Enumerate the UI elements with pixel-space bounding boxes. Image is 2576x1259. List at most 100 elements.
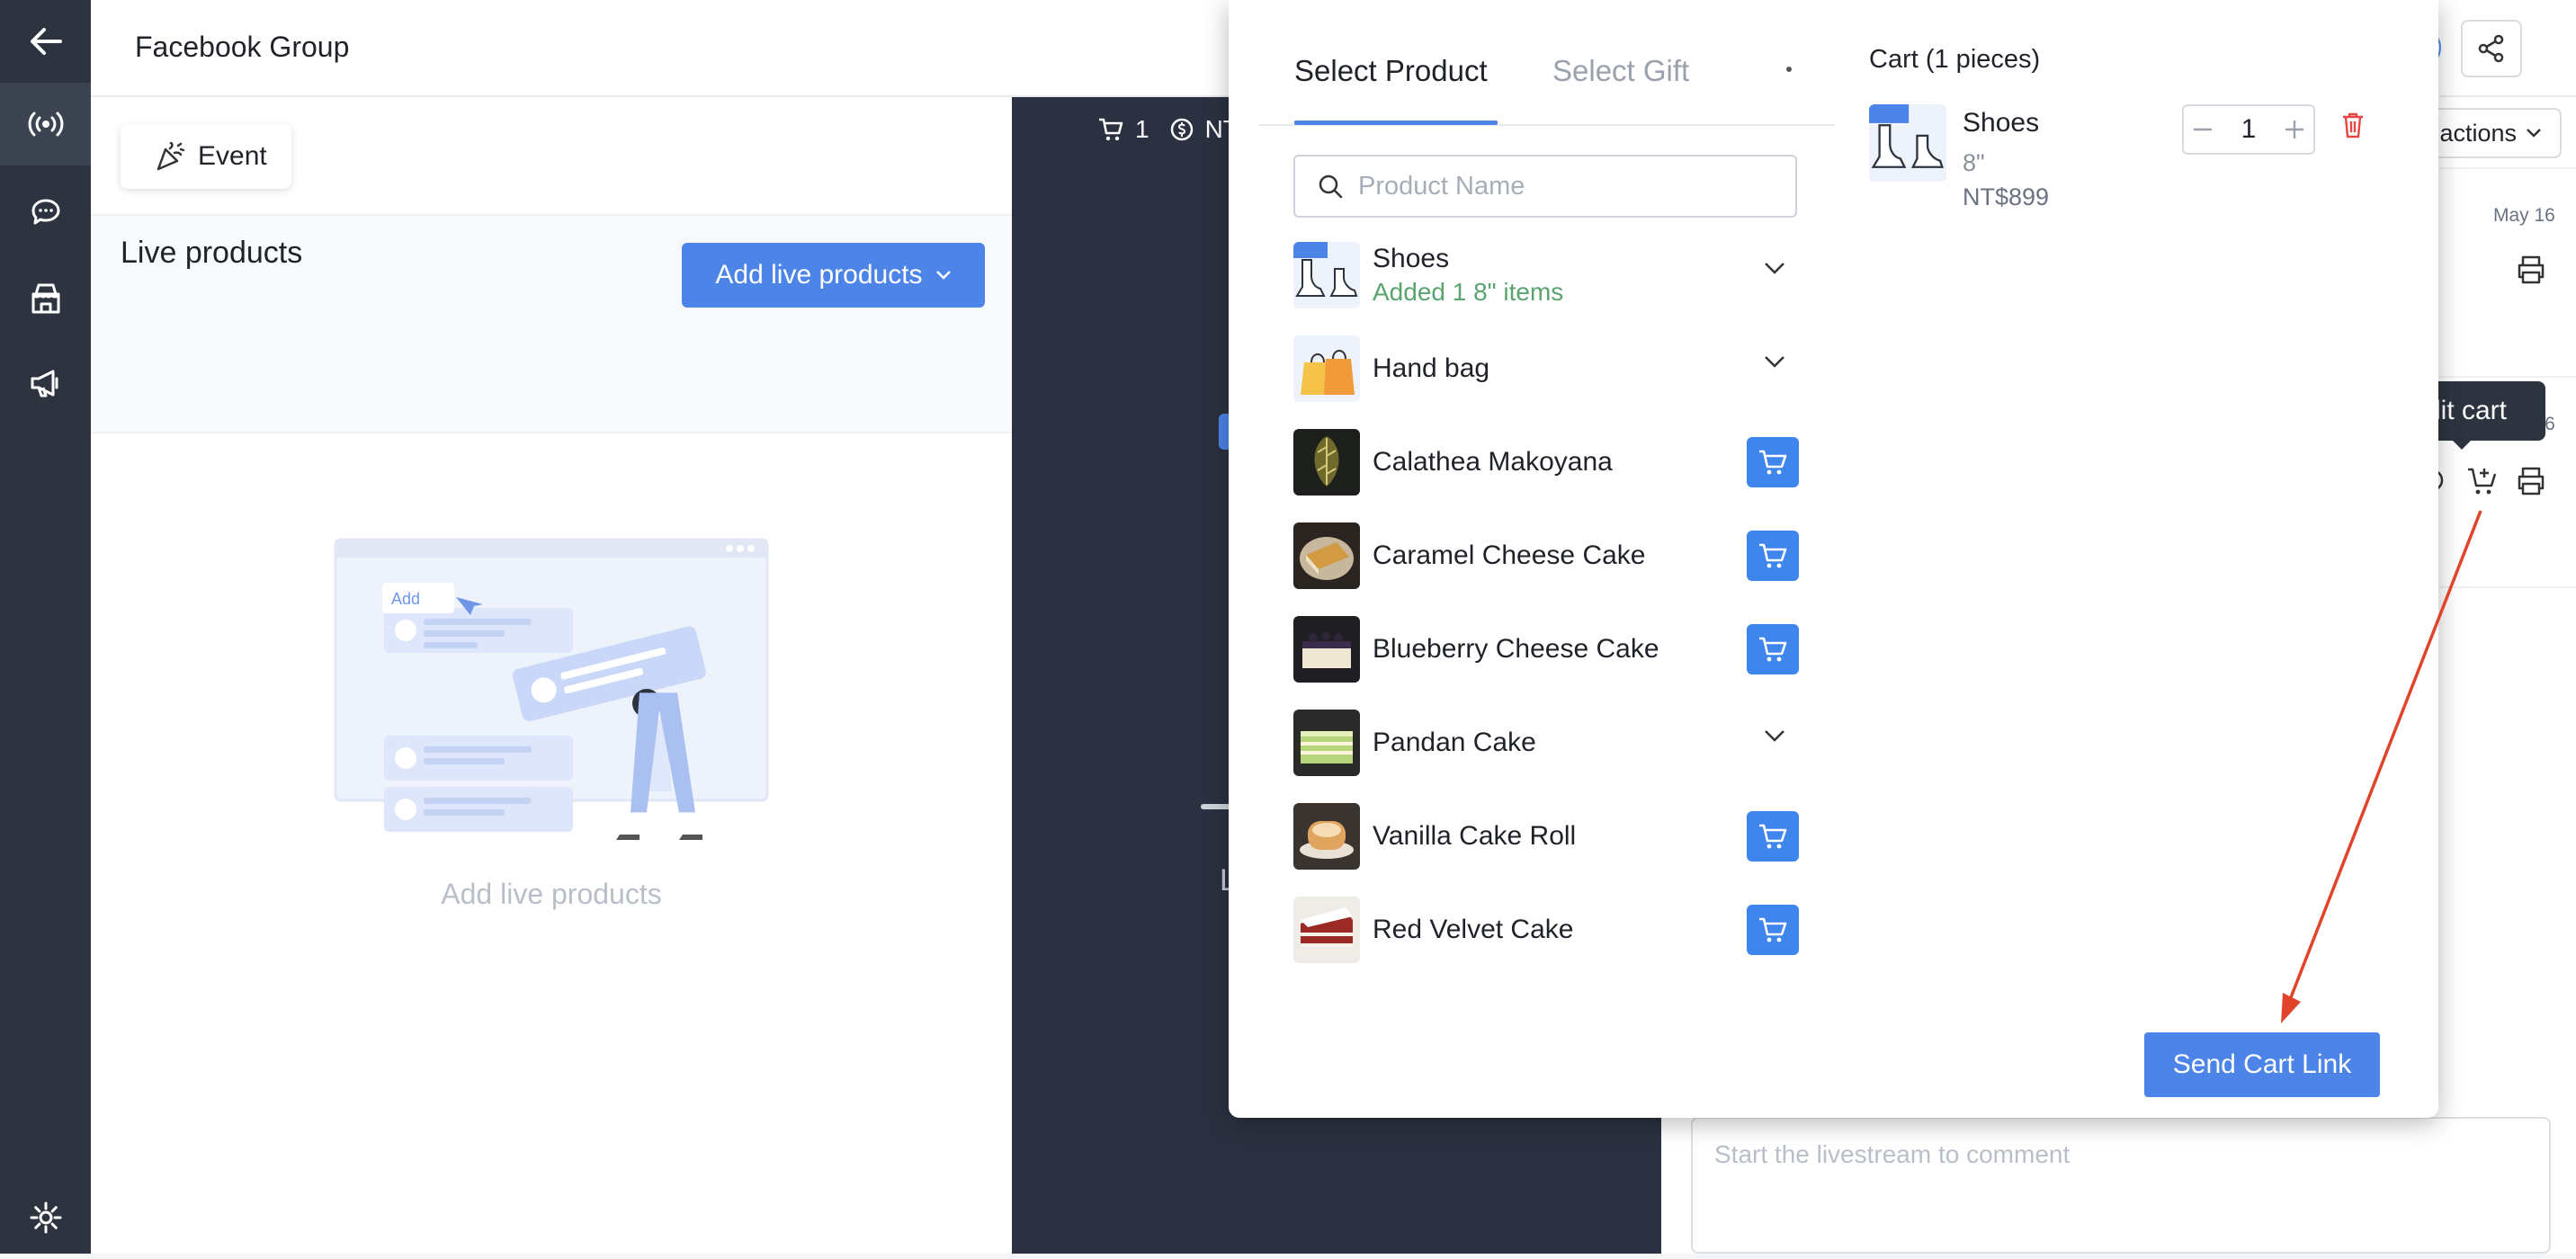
actions-dropdown[interactable]: actions <box>2421 108 2562 158</box>
event-button[interactable]: Event <box>121 124 291 189</box>
product-name: Vanilla Cake Roll <box>1373 821 1577 851</box>
product-name: Red Velvet Cake <box>1373 915 1574 944</box>
product-name: Pandan Cake <box>1373 728 1536 757</box>
product-row[interactable]: Vanilla Cake Roll <box>1293 790 1802 883</box>
chevron-down-icon[interactable] <box>1763 261 1786 275</box>
rail-item-settings[interactable] <box>0 1176 91 1259</box>
event-button-label: Event <box>198 141 267 171</box>
chevron-down-icon <box>935 271 951 280</box>
svg-text:Add: Add <box>391 590 420 608</box>
product-thumbnail-hand-bag <box>1293 335 1360 402</box>
tab-select-product[interactable]: Select Product <box>1294 54 1488 88</box>
megaphone-icon <box>31 370 58 397</box>
product-thumbnail-calathea <box>1293 429 1360 496</box>
print-button[interactable] <box>2515 254 2547 286</box>
dollar-icon <box>1170 118 1193 141</box>
live-broadcast-icon <box>28 112 63 137</box>
page-title: Facebook Group <box>135 31 350 63</box>
cart-icon <box>1759 637 1787 662</box>
product-name: Shoes <box>1373 244 1450 273</box>
live-products-panel: Event Live products Add live products Ad… <box>91 97 1012 1254</box>
rail-item-live[interactable] <box>0 83 91 165</box>
product-search-input[interactable] <box>1356 170 1752 202</box>
party-popper-icon <box>157 141 185 171</box>
tab-select-gift[interactable]: Select Gift <box>1552 54 1689 88</box>
cart-add-icon <box>2468 468 2497 495</box>
product-row[interactable]: Caramel Cheese Cake <box>1293 509 1802 603</box>
live-products-title: Live products <box>121 236 303 270</box>
order-date: May 16 <box>2493 205 2555 226</box>
product-added-status: Added 1 8" items <box>1373 278 1564 306</box>
tab-overflow-dot <box>1786 67 1792 72</box>
chevron-down-icon[interactable] <box>1763 728 1786 743</box>
product-name: Hand bag <box>1373 353 1490 383</box>
edit-cart-button[interactable] <box>2466 464 2499 496</box>
remove-item-button[interactable] <box>2340 112 2366 138</box>
product-row[interactable]: Pandan Cake <box>1293 696 1802 790</box>
back-arrow-icon <box>30 28 62 55</box>
back-button[interactable] <box>0 0 91 83</box>
add-to-cart-button[interactable] <box>1747 437 1799 487</box>
add-to-cart-button[interactable] <box>1747 905 1799 955</box>
search-icon <box>1319 174 1343 199</box>
product-thumbnail-pandan-cake <box>1293 710 1360 776</box>
cart-item-thumbnail <box>1869 104 1946 182</box>
add-to-cart-button[interactable] <box>1747 811 1799 862</box>
print-button[interactable] <box>2515 465 2547 497</box>
chevron-down-icon <box>2527 129 2541 138</box>
active-tab-indicator <box>1294 121 1498 125</box>
share-button[interactable] <box>2461 20 2522 77</box>
product-thumbnail-blueberry-cheese-cake <box>1293 616 1360 683</box>
settings-gear-icon <box>30 1201 61 1234</box>
product-row[interactable]: Hand bag <box>1293 322 1802 415</box>
product-row[interactable]: Calathea Makoyana <box>1293 415 1802 509</box>
add-live-products-label: Add live products <box>715 260 923 290</box>
cart-item-name: Shoes <box>1963 108 2040 138</box>
cart-item-variant: 8" <box>1963 149 1985 176</box>
printer-icon <box>2518 467 2545 496</box>
product-thumbnail-shoes <box>1293 242 1360 308</box>
trash-icon <box>2343 112 2363 138</box>
send-cart-link-button[interactable]: Send Cart Link <box>2144 1032 2380 1097</box>
product-name: Blueberry Cheese Cake <box>1373 634 1659 664</box>
cart-icon <box>1099 118 1123 141</box>
rail-item-store[interactable] <box>0 257 91 340</box>
quantity-value[interactable]: 1 <box>2241 114 2257 145</box>
cart-icon <box>1759 450 1787 475</box>
product-thumbnail-vanilla-cake-roll <box>1293 803 1360 870</box>
add-live-products-button[interactable]: Add live products <box>682 243 985 308</box>
cart-icon <box>1759 543 1787 568</box>
comment-input[interactable]: Start the livestream to comment <box>1691 1117 2551 1254</box>
product-row[interactable]: Shoes Added 1 8" items <box>1293 228 1802 322</box>
cart-icon <box>1759 917 1787 942</box>
product-list: Shoes Added 1 8" items Hand bag Calathea… <box>1293 228 1802 977</box>
product-thumbnail-red-velvet-cake <box>1293 897 1360 963</box>
product-thumbnail-caramel-cheese-cake <box>1293 522 1360 589</box>
product-search[interactable] <box>1293 155 1797 218</box>
empty-state-text: Add live products <box>441 878 662 910</box>
cart-icon <box>1759 824 1787 849</box>
printer-icon <box>2518 255 2545 284</box>
minus-icon[interactable] <box>2193 128 2213 131</box>
quantity-stepper[interactable]: 1 <box>2182 104 2315 155</box>
share-icon <box>2478 34 2504 63</box>
store-icon <box>31 283 59 314</box>
rail-item-marketing[interactable] <box>0 342 91 424</box>
video-cart-count: 1 <box>1135 115 1149 143</box>
left-navigation-rail <box>0 0 91 1254</box>
actions-label: actions <box>2439 119 2517 147</box>
comment-placeholder: Start the livestream to comment <box>1714 1140 2071 1168</box>
rail-item-chat[interactable] <box>0 171 91 254</box>
chevron-down-icon[interactable] <box>1763 354 1786 369</box>
plus-icon[interactable] <box>2285 120 2304 139</box>
add-to-cart-button[interactable] <box>1747 624 1799 674</box>
add-to-cart-button[interactable] <box>1747 531 1799 581</box>
empty-state-illustration: Add <box>334 538 769 840</box>
product-name: Calathea Makoyana <box>1373 447 1613 477</box>
chat-bubble-icon <box>31 199 59 225</box>
edit-cart-modal: Select Product Select Gift Shoes Added 1 <box>1229 0 2438 1118</box>
product-row[interactable]: Blueberry Cheese Cake <box>1293 603 1802 696</box>
product-row[interactable]: Red Velvet Cake <box>1293 883 1802 977</box>
cart-title: Cart (1 pieces) <box>1869 45 2041 74</box>
product-name: Caramel Cheese Cake <box>1373 540 1646 570</box>
